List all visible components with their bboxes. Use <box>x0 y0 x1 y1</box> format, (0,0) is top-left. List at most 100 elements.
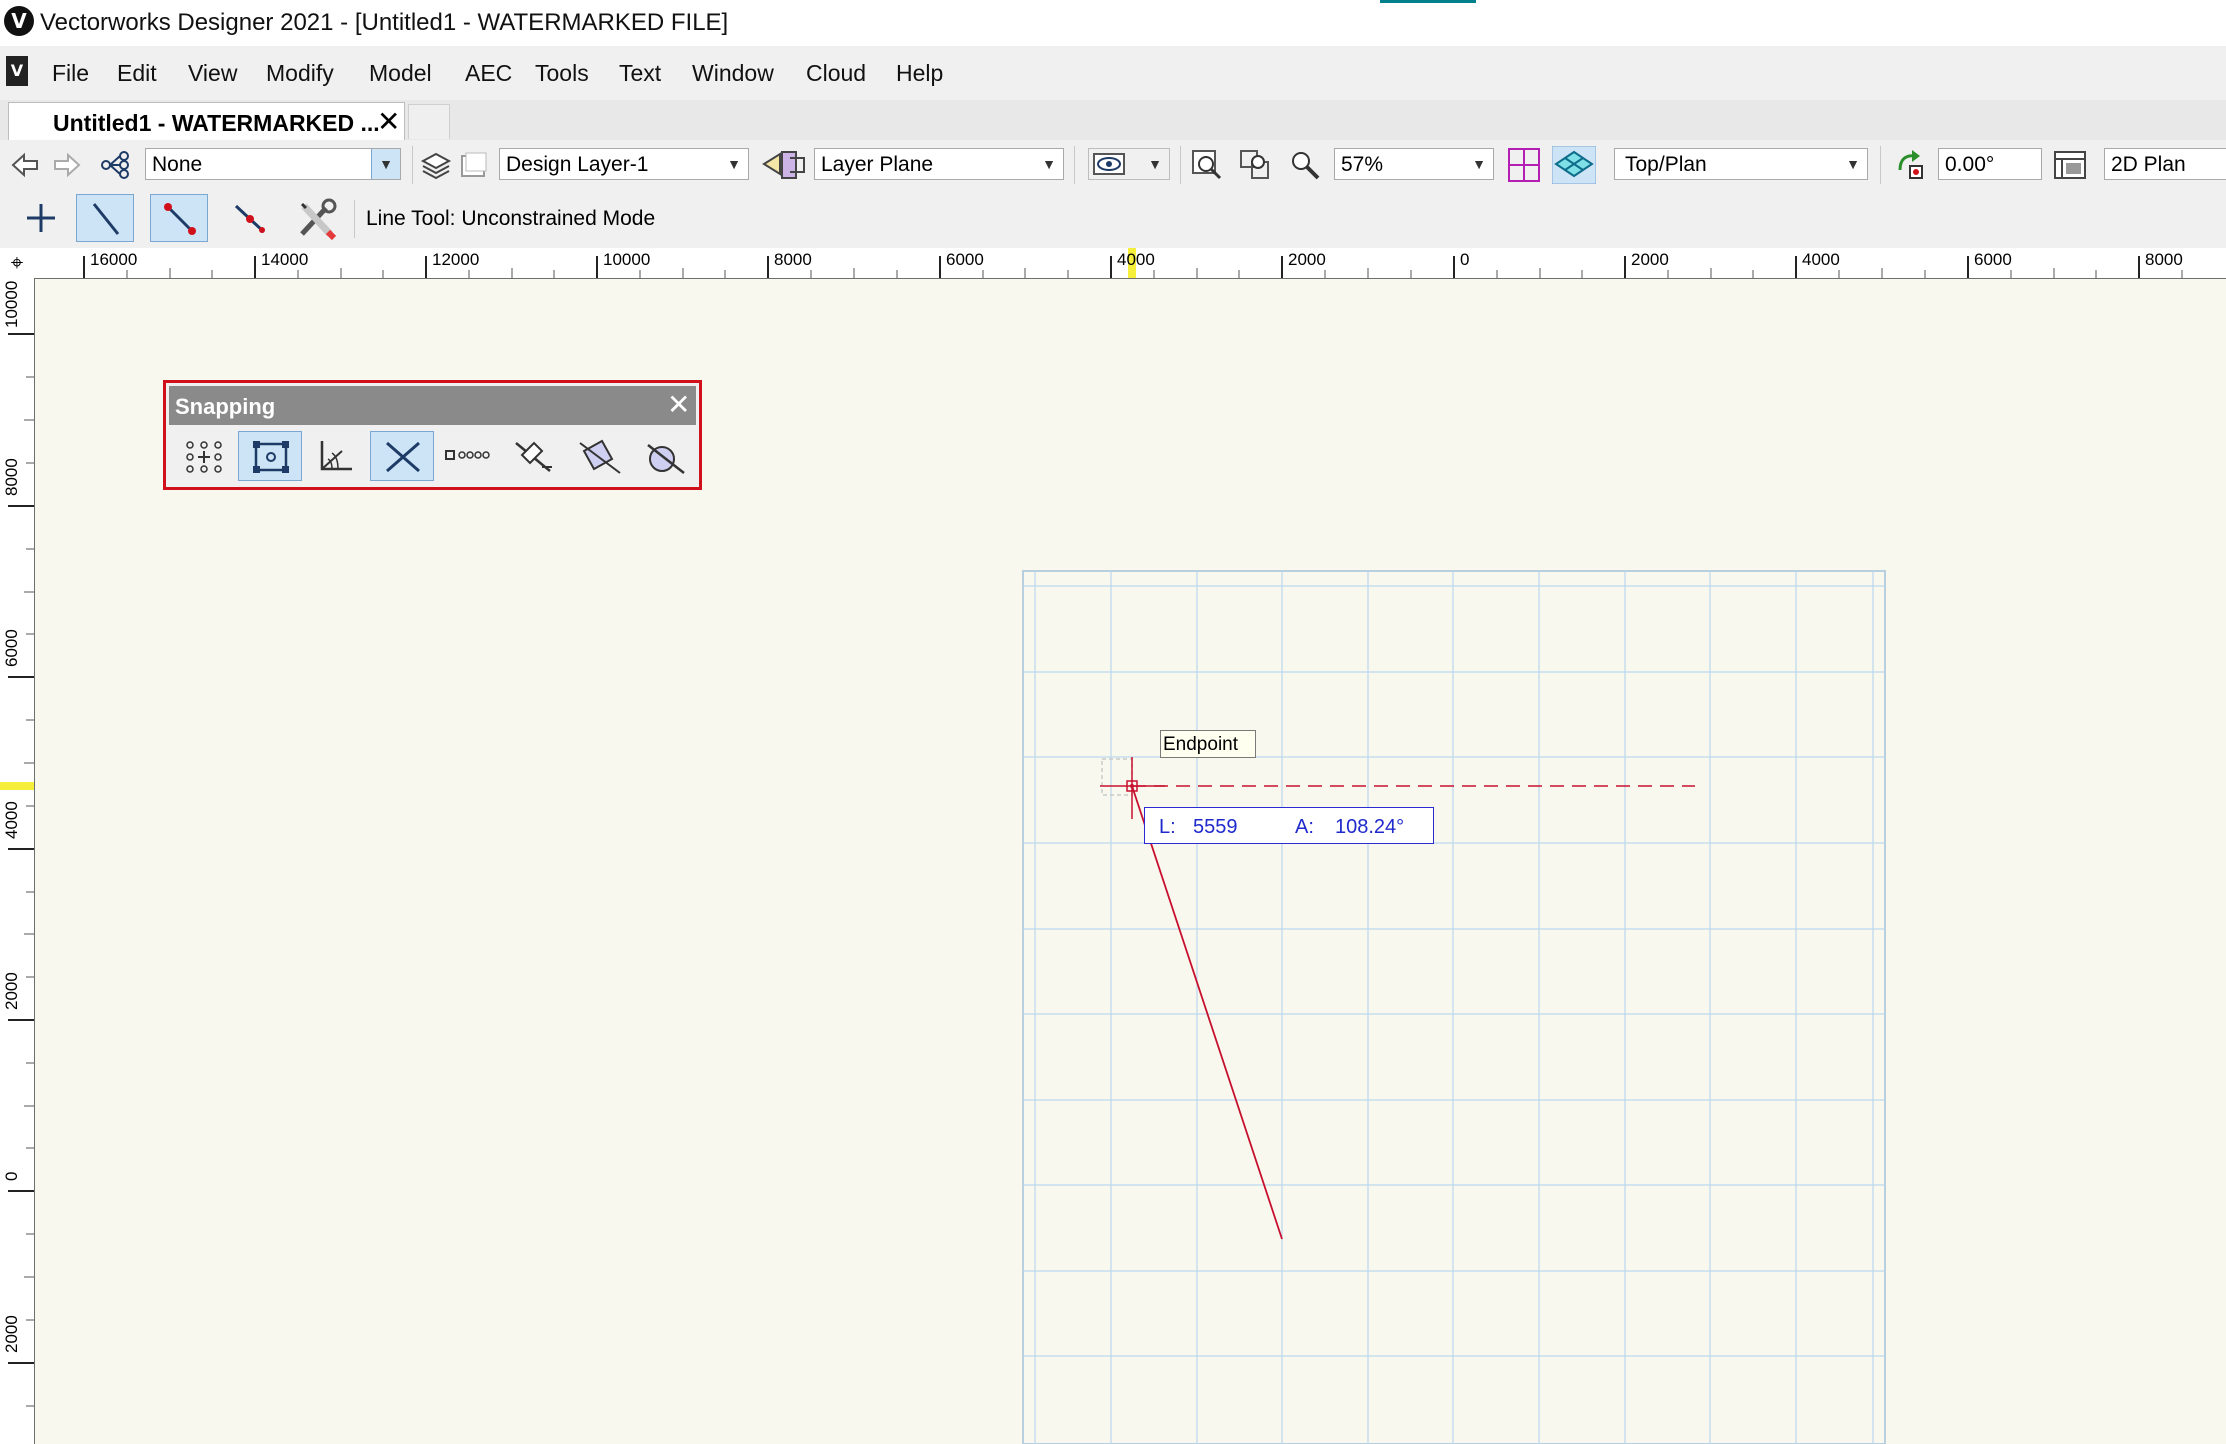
unconstrained-mode-button[interactable] <box>76 194 134 242</box>
angle-label: A: <box>1295 816 1314 838</box>
page-grid <box>1022 570 1886 1444</box>
menu-model[interactable]: Model <box>369 60 432 87</box>
separator <box>1880 146 1881 184</box>
chevron-down-icon[interactable]: ▼ <box>720 149 748 179</box>
snap-distance-icon <box>445 450 490 460</box>
class-icon[interactable] <box>98 150 134 180</box>
ruler-label: 8000 <box>2145 250 2183 269</box>
menu-modify[interactable]: Modify <box>266 60 334 87</box>
snap-to-object-button[interactable] <box>238 431 302 481</box>
working-plane-icon[interactable] <box>1552 146 1596 184</box>
smart-edge-icon <box>515 441 552 472</box>
ruler-label: 10000 <box>603 250 651 269</box>
ruler-label: 6000 <box>2 629 21 667</box>
document-tab[interactable]: Untitled1 - WATERMARKED ... ✕ <box>8 102 405 141</box>
layer-dropdown[interactable]: Design Layer-1 ▼ <box>499 148 749 180</box>
snap-to-angle-button[interactable] <box>304 431 368 481</box>
smart-points-button[interactable] <box>370 431 434 481</box>
forward-arrow-icon[interactable] <box>52 152 82 178</box>
center-mode-button[interactable] <box>220 194 278 242</box>
vertex-mode-button[interactable] <box>150 194 208 242</box>
chevron-down-icon[interactable]: ▼ <box>1141 149 1169 179</box>
layer-dropdown-value: Design Layer-1 <box>506 153 649 176</box>
menu-text[interactable]: Text <box>619 60 661 87</box>
chevron-down-icon[interactable]: ▼ <box>1465 149 1493 179</box>
ruler-label: 4000 <box>2 801 21 839</box>
zoom-dropdown[interactable]: 57% ▼ <box>1334 148 1494 180</box>
ruler-label: 0 <box>2 1171 21 1181</box>
view-dropdown-value: Top/Plan <box>1625 153 1707 176</box>
menu-view[interactable]: View <box>188 60 237 87</box>
length-value[interactable]: 5559 <box>1193 816 1238 839</box>
cursor-marker-y <box>0 782 34 790</box>
layers-icon[interactable] <box>420 150 452 180</box>
render-dropdown[interactable]: 2D Plan <box>2104 148 2226 180</box>
chevron-down-icon[interactable]: ▼ <box>371 149 400 179</box>
menu-file[interactable]: File <box>52 60 89 87</box>
rotate-plan-icon[interactable] <box>1892 148 1928 182</box>
wrench-pencil-icon <box>300 198 337 240</box>
horizontal-ruler[interactable]: 16000 14000 12000 10000 8000 6000 4000 2… <box>0 248 2226 279</box>
menu-help[interactable]: Help <box>896 60 943 87</box>
menu-edit[interactable]: Edit <box>117 60 157 87</box>
view-dropdown[interactable]: Top/Plan ▼ <box>1614 148 1868 180</box>
new-tab-button[interactable] <box>408 104 450 139</box>
chevron-down-icon[interactable]: ▼ <box>1839 149 1867 179</box>
class-dropdown-value: None <box>152 153 203 176</box>
zoom-window-icon[interactable] <box>1238 148 1272 182</box>
endpoint-label: Endpoint <box>1163 734 1239 755</box>
length-label: L: <box>1159 816 1176 838</box>
ruler-label: 2000 <box>2 1315 21 1353</box>
vertical-ruler[interactable]: 10000 8000 6000 4000 2000 0 2000 <box>0 278 35 1444</box>
ruler-ticks <box>83 248 2183 278</box>
fit-to-objects-icon[interactable] <box>1190 148 1224 182</box>
separator <box>1074 146 1075 184</box>
center-line-icon <box>234 204 266 234</box>
snapping-palette-header[interactable]: Snapping ✕ <box>169 386 696 425</box>
close-icon[interactable]: ✕ <box>377 105 400 138</box>
document-menu-icon[interactable]: V <box>6 56 28 86</box>
snap-tangent-icon <box>579 439 621 474</box>
zoom-dropdown-value: 57% <box>1341 153 1384 176</box>
snap-to-surface-button[interactable] <box>634 431 698 481</box>
smart-points-icon <box>386 441 420 473</box>
endpoint-tooltip: Endpoint <box>1160 730 1256 758</box>
app-logo-icon: V <box>4 6 34 36</box>
snap-angle-icon <box>320 441 352 471</box>
chevron-down-icon[interactable]: ▼ <box>1035 149 1063 179</box>
ruler-label: 2000 <box>2 972 21 1010</box>
smart-edge-button[interactable] <box>502 431 566 481</box>
document-tab-bar: Untitled1 - WATERMARKED ... ✕ <box>0 100 2226 141</box>
snap-to-grid-button[interactable] <box>172 431 236 481</box>
separator <box>1180 146 1181 184</box>
ruler-label: 8000 <box>774 250 812 269</box>
snapping-palette: Snapping ✕ <box>163 380 702 490</box>
ruler-label: 14000 <box>261 250 309 269</box>
snap-surface-icon <box>647 444 685 474</box>
add-point-button[interactable] <box>12 194 70 242</box>
plane-dropdown[interactable]: Layer Plane ▼ <box>814 148 1064 180</box>
snap-to-distance-button[interactable] <box>436 431 500 481</box>
layer-visibility-icon[interactable] <box>458 150 490 180</box>
separator <box>412 146 413 184</box>
menu-window[interactable]: Window <box>692 60 774 87</box>
menu-tools[interactable]: Tools <box>535 60 589 87</box>
ruler-origin-icon[interactable]: ⌖ <box>0 248 34 278</box>
line-preferences-button[interactable] <box>290 194 348 242</box>
close-icon[interactable]: ✕ <box>667 388 690 421</box>
zoom-icon[interactable] <box>1288 148 1322 182</box>
visibility-dropdown[interactable]: ▼ <box>1088 148 1170 180</box>
angle-value[interactable]: 108.24° <box>1335 816 1404 839</box>
standard-views-icon[interactable] <box>1506 146 1542 184</box>
menu-aec[interactable]: AEC <box>465 60 512 87</box>
snap-to-tangent-button[interactable] <box>568 431 632 481</box>
accent-strip <box>1380 0 1476 3</box>
back-arrow-icon[interactable] <box>10 152 40 178</box>
menu-cloud[interactable]: Cloud <box>806 60 866 87</box>
data-display[interactable]: L: 5559 A: 108.24° <box>1144 807 1434 844</box>
title-bar: V Vectorworks Designer 2021 - [Untitled1… <box>0 0 2226 46</box>
class-dropdown[interactable]: None ▼ <box>145 148 401 180</box>
layer-plane-icon[interactable] <box>760 148 808 182</box>
render-mode-icon[interactable] <box>2052 148 2088 182</box>
rotation-field[interactable]: 0.00° <box>1938 148 2042 180</box>
